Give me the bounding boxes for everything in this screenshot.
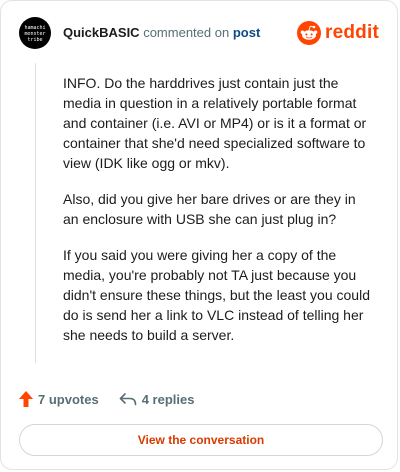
comment-actions: 7 upvotes 4 replies xyxy=(19,389,194,409)
upvotes-count: 7 upvotes xyxy=(38,391,99,407)
replies-button[interactable]: 4 replies xyxy=(119,391,195,407)
reddit-snoo-icon xyxy=(297,21,322,45)
comment-paragraph: If you said you were giving her a copy o… xyxy=(63,247,370,343)
comment-header: QuickBASIC commented on post xyxy=(63,25,260,41)
upvotes-button[interactable]: 7 upvotes xyxy=(19,391,99,407)
post-link[interactable]: post xyxy=(233,25,260,40)
avatar[interactable]: hamachi monster tribe xyxy=(19,17,51,49)
author-name[interactable]: QuickBASIC xyxy=(63,25,140,40)
reply-arrow-icon xyxy=(119,393,136,406)
upvote-arrow-icon xyxy=(19,391,33,407)
avatar-text-line-3: tribe xyxy=(27,37,43,43)
replies-count: 4 replies xyxy=(141,391,195,407)
comment-paragraph: INFO. Do the harddrives just contain jus… xyxy=(63,75,367,171)
comment-paragraph: Also, did you give her bare drives or ar… xyxy=(63,191,356,227)
reddit-brand[interactable]: reddit xyxy=(297,21,379,45)
comment-body: INFO. Do the harddrives just contain jus… xyxy=(63,73,375,361)
reddit-wordmark: reddit xyxy=(325,22,379,43)
view-conversation-button[interactable]: View the conversation xyxy=(19,424,383,456)
thread-line xyxy=(35,63,36,363)
comment-action-text: commented on xyxy=(143,25,230,40)
comment-embed-card: hamachi monster tribe QuickBASIC comment… xyxy=(0,0,398,470)
